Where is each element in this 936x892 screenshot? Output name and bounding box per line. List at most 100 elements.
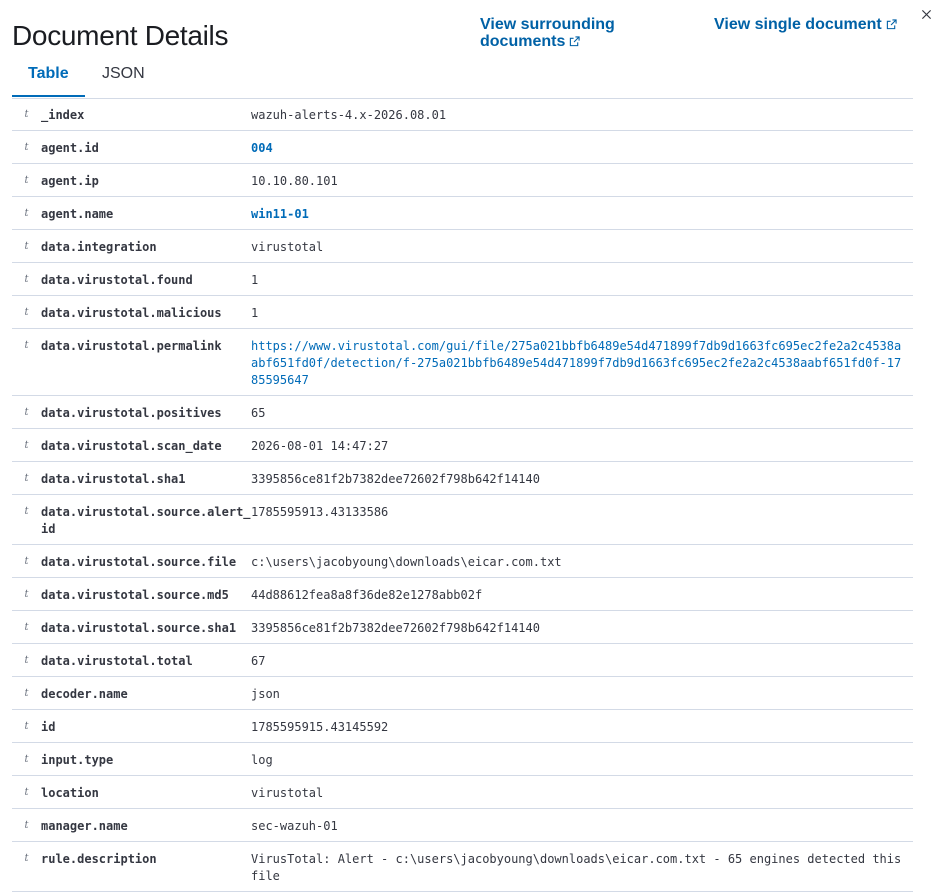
table-row: t _index wazuh-alerts-4.x-2026.08.01	[12, 98, 913, 131]
table-row: t data.virustotal.sha1 3395856ce81f2b7382d…	[12, 462, 913, 495]
field-name: decoder.name	[41, 687, 128, 701]
field-type-string-icon: t	[24, 556, 29, 567]
field-type-string-icon: t	[24, 754, 29, 765]
table-row: t data.virustotal.scan_date 2026-08-01 14:…	[12, 429, 913, 462]
table-row: t data.integration virustotal	[12, 230, 913, 263]
field-value-link[interactable]: https://www.virustotal.com/gui/file/275a…	[251, 338, 913, 389]
field-name: data.virustotal.source.md5	[41, 588, 229, 602]
table-row: t data.virustotal.source.file c:\users\jac…	[12, 545, 913, 578]
field-name: agent.name	[41, 207, 114, 221]
field-type-string-icon: t	[24, 340, 29, 351]
field-value: 1	[251, 306, 259, 320]
field-value: VirusTotal: Alert - c:\users\jacobyoung\…	[251, 852, 902, 883]
field-value: sec-wazuh-01	[251, 819, 338, 833]
tab-json[interactable]: JSON	[102, 58, 145, 97]
table-row: t location virustotal	[12, 776, 913, 809]
field-name: data.virustotal.scan_date	[41, 439, 222, 453]
field-value: log	[251, 753, 273, 767]
table-row: t rule.description VirusTotal: Alert - c:\…	[12, 842, 913, 892]
view-surrounding-label: View surrounding	[480, 16, 615, 33]
table-row: t agent.ip 10.10.80.101	[12, 164, 913, 197]
field-type-string-icon: t	[24, 655, 29, 666]
field-name: data.virustotal.positives	[41, 406, 222, 420]
table-row: t manager.name sec-wazuh-01	[12, 809, 913, 842]
field-name: id	[41, 720, 56, 734]
document-fields-table: t _index wazuh-alerts-4.x-2026.08.01 t agent…	[12, 98, 913, 892]
field-value: 3395856ce81f2b7382dee72602f798b642f14140	[251, 472, 540, 486]
field-value: 67	[251, 654, 266, 668]
table-row: t agent.id 004	[12, 131, 913, 164]
field-type-string-icon: t	[24, 241, 29, 252]
field-value: 3395856ce81f2b7382dee72602f798b642f14140	[251, 621, 540, 635]
field-value: wazuh-alerts-4.x-2026.08.01	[251, 108, 447, 122]
table-row: t data.virustotal.positives 65	[12, 396, 913, 429]
field-type-string-icon: t	[24, 853, 29, 864]
external-link-icon	[886, 17, 897, 34]
field-type-string-icon: t	[24, 440, 29, 451]
table-row: t data.virustotal.source.alert_id 17855959…	[12, 495, 913, 545]
field-name: manager.name	[41, 819, 128, 833]
field-value: 44d88612fea8a8f36de82e1278abb02f	[251, 588, 483, 602]
table-row: t data.virustotal.permalink https://www.vi…	[12, 329, 913, 396]
field-name: data.virustotal.permalink	[41, 339, 222, 353]
view-surrounding-label-2: documents	[480, 33, 566, 50]
field-name: data.virustotal.total	[41, 654, 193, 668]
field-type-string-icon: t	[24, 473, 29, 484]
field-name: data.virustotal.source.alert_id	[41, 505, 251, 536]
field-value: virustotal	[251, 786, 324, 800]
view-single-label: View single document	[714, 16, 882, 33]
field-value: 65	[251, 406, 266, 420]
field-value-link[interactable]: win11-01	[251, 206, 913, 223]
field-name: data.integration	[41, 240, 157, 254]
table-row: t id 1785595915.43145592	[12, 710, 913, 743]
field-type-string-icon: t	[24, 589, 29, 600]
field-value: 1785595913.43133586	[251, 505, 389, 519]
field-value: json	[251, 687, 280, 701]
table-row: t data.virustotal.total 67	[12, 644, 913, 677]
view-surrounding-documents-link[interactable]: View surrounding documents	[480, 16, 615, 51]
table-row: t data.virustotal.source.sha1 3395856ce81f…	[12, 611, 913, 644]
field-type-string-icon: t	[24, 506, 29, 517]
field-name: rule.description	[41, 852, 157, 866]
close-icon[interactable]	[916, 4, 936, 24]
field-value: 2026-08-01 14:47:27	[251, 439, 389, 453]
table-row: t decoder.name json	[12, 677, 913, 710]
view-single-document-link[interactable]: View single document	[714, 16, 897, 34]
field-type-string-icon: t	[24, 721, 29, 732]
field-type-string-icon: t	[24, 622, 29, 633]
page-title: Document Details	[12, 20, 229, 51]
field-type-string-icon: t	[24, 142, 29, 153]
field-name: data.virustotal.malicious	[41, 306, 222, 320]
table-row: t input.type log	[12, 743, 913, 776]
field-name: data.virustotal.source.file	[41, 555, 237, 569]
tab-bar: Table JSON	[12, 58, 913, 99]
field-type-string-icon: t	[24, 787, 29, 798]
field-name: data.virustotal.found	[41, 273, 193, 287]
table-row: t data.virustotal.source.md5 44d88612fea8a…	[12, 578, 913, 611]
field-name: data.virustotal.source.sha1	[41, 621, 237, 635]
field-type-string-icon: t	[24, 688, 29, 699]
field-value: virustotal	[251, 240, 324, 254]
external-link-icon	[569, 34, 580, 51]
field-value-link[interactable]: 004	[251, 140, 913, 157]
field-value: 1785595915.43145592	[251, 720, 389, 734]
field-value: 10.10.80.101	[251, 174, 338, 188]
field-name: agent.id	[41, 141, 99, 155]
field-type-string-icon: t	[24, 175, 29, 186]
field-value: 1	[251, 273, 259, 287]
table-row: t data.virustotal.found 1	[12, 263, 913, 296]
field-name: agent.ip	[41, 174, 99, 188]
field-type-string-icon: t	[24, 407, 29, 418]
field-value: c:\users\jacobyoung\downloads\eicar.com.…	[251, 555, 562, 569]
tab-table[interactable]: Table	[12, 58, 85, 97]
field-type-string-icon: t	[24, 109, 29, 120]
field-type-string-icon: t	[24, 820, 29, 831]
field-name: location	[41, 786, 99, 800]
field-type-string-icon: t	[24, 307, 29, 318]
field-name: _index	[41, 108, 85, 122]
field-name: data.virustotal.sha1	[41, 472, 186, 486]
field-type-string-icon: t	[24, 208, 29, 219]
table-row: t agent.name win11-01	[12, 197, 913, 230]
field-type-string-icon: t	[24, 274, 29, 285]
table-row: t data.virustotal.malicious 1	[12, 296, 913, 329]
